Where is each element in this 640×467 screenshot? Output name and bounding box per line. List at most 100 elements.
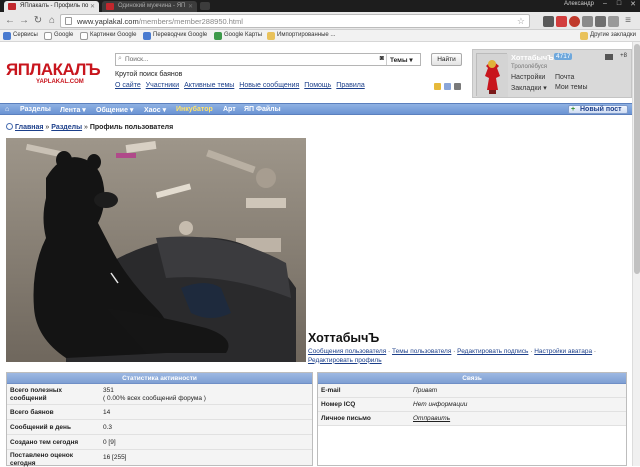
- table-row: Личное письмо Отправить: [318, 412, 626, 426]
- browser-tab-profile[interactable]: ЯПлакалъ - Профиль по ✕: [4, 1, 99, 12]
- bookmarks-bar: Сервисы Google Картинки Google Переводчи…: [0, 30, 640, 42]
- browser-tab-thread[interactable]: Одинокий мужчина - ЯП ✕: [102, 1, 197, 12]
- menu-icon[interactable]: ≡: [622, 15, 634, 27]
- link-edit-profile[interactable]: Редактировать профиль: [308, 357, 382, 364]
- scrollbar-thumb[interactable]: [634, 44, 640, 274]
- username[interactable]: ХоттабычЪ: [511, 53, 554, 62]
- link-settings[interactable]: Настройки: [511, 74, 545, 81]
- url-path: /members/member288950.html: [138, 17, 243, 26]
- nav-chaos[interactable]: Хаос ▾: [144, 106, 166, 114]
- new-tab-button[interactable]: [200, 2, 210, 10]
- tagline-link[interactable]: Крутой поиск баянов: [115, 71, 182, 78]
- bookmark-item[interactable]: Google Карты: [214, 32, 262, 40]
- breadcrumb-home[interactable]: Главная: [15, 124, 43, 131]
- close-tab-icon[interactable]: ✕: [90, 3, 95, 10]
- table-row: Сообщений в день 0.3: [7, 420, 312, 435]
- page-scrollbar[interactable]: [632, 42, 640, 466]
- link-mail[interactable]: Почта: [555, 74, 574, 81]
- stat-value: 0.3: [103, 424, 113, 431]
- user-panel: ХоттабычЪ 4717 Трололёбуся +8 Настройки …: [472, 49, 632, 98]
- extension-note-icon[interactable]: [582, 16, 593, 27]
- breadcrumb-sections[interactable]: Разделы: [51, 124, 82, 131]
- home-icon[interactable]: ⌂: [46, 15, 58, 27]
- top-links: О сайте Участники Активные темы Новые со…: [115, 82, 368, 89]
- stat-label: Всего баянов: [10, 409, 54, 416]
- google-icon: [44, 32, 52, 40]
- apps-icon: [3, 32, 11, 40]
- extension-shield-icon[interactable]: [595, 16, 606, 27]
- link-bookmarks[interactable]: Закладки ▾: [511, 84, 547, 92]
- link-about[interactable]: О сайте: [115, 82, 141, 89]
- nav-incubator[interactable]: Инкубатор: [176, 106, 213, 113]
- browser-profile-name[interactable]: Александр: [564, 1, 594, 7]
- bookmark-folder[interactable]: Другие закладки: [580, 32, 636, 40]
- breadcrumb-icon: [6, 123, 13, 130]
- panel-title: Связь: [318, 373, 626, 384]
- link-active-topics[interactable]: Активные темы: [184, 82, 234, 89]
- bookmark-item[interactable]: Переводчик Google: [143, 32, 207, 40]
- search-placeholder: Поиск...: [125, 56, 149, 63]
- contact-panel: Связь E-mail Приват Номер ICQ Нет информ…: [317, 372, 627, 466]
- link-edit-signature[interactable]: Редактировать подпись: [457, 348, 528, 355]
- search-button[interactable]: Найти: [431, 53, 462, 66]
- clip-icon[interactable]: [454, 83, 461, 90]
- browser-toolbar: ← → ↻ ⌂ www.yaplakal.com/members/member2…: [0, 12, 640, 30]
- nav-chat[interactable]: Общение ▾: [96, 106, 133, 114]
- rss-icon[interactable]: [444, 83, 451, 90]
- link-my-topics[interactable]: Мои темы: [555, 84, 588, 91]
- search-scope-select[interactable]: Темы ▾: [386, 54, 420, 65]
- site-logo[interactable]: ЯПЛАКАЛЪ YAPLAKAL.COM: [6, 60, 106, 86]
- star-icon[interactable]: [434, 83, 441, 90]
- close-window-icon[interactable]: ✕: [626, 0, 640, 10]
- yaplakal-favicon-icon: [8, 3, 16, 10]
- home-icon[interactable]: ⌂: [5, 106, 9, 113]
- extension-cloud-icon[interactable]: [608, 16, 619, 27]
- nav-feed[interactable]: Лента ▾: [60, 106, 86, 114]
- new-post-label: Новый пост: [580, 106, 622, 113]
- stat-label: Поставлено оценок сегодня: [10, 452, 73, 467]
- profile-links: Сообщения пользователя · Темы пользовате…: [308, 348, 597, 364]
- stat-label: Сообщений в день: [10, 424, 71, 431]
- maximize-icon[interactable]: □: [612, 0, 626, 10]
- nav-art[interactable]: Арт: [223, 106, 236, 113]
- messages-icon[interactable]: [605, 54, 613, 60]
- table-row: Создано тем сегодня 0 [9]: [7, 435, 312, 450]
- forward-icon[interactable]: →: [18, 15, 30, 27]
- logo-domain: YAPLAKAL.COM: [36, 79, 84, 85]
- close-tab-icon[interactable]: ✕: [188, 3, 193, 10]
- back-icon[interactable]: ←: [4, 15, 16, 27]
- extension-badge-icon[interactable]: [556, 16, 567, 27]
- profile-name: ХоттабычЪ: [308, 331, 380, 345]
- link-new-messages[interactable]: Новые сообщения: [239, 82, 299, 89]
- send-message-link[interactable]: Отправить: [413, 415, 450, 423]
- reload-icon[interactable]: ↻: [32, 15, 44, 27]
- minimize-icon[interactable]: –: [598, 0, 612, 10]
- address-bar[interactable]: www.yaplakal.com/members/member288950.ht…: [60, 14, 530, 28]
- user-title: Трололёбуся: [511, 64, 547, 70]
- link-help[interactable]: Помощь: [304, 82, 331, 89]
- camera-icon[interactable]: ◙: [380, 55, 384, 62]
- bookmark-item[interactable]: Сервисы: [3, 32, 38, 40]
- bookmark-item[interactable]: Google: [44, 32, 73, 40]
- new-post-button[interactable]: + Новый пост: [568, 105, 628, 114]
- message-count[interactable]: +8: [620, 53, 627, 59]
- link-user-topics[interactable]: Темы пользователя: [392, 348, 451, 355]
- nav-files[interactable]: ЯП Файлы: [244, 106, 281, 113]
- extension-adblock-icon[interactable]: [569, 16, 580, 27]
- link-rules[interactable]: Правила: [336, 82, 364, 89]
- bookmark-item[interactable]: Картинки Google: [80, 32, 136, 40]
- stat-value: 351: [103, 387, 114, 394]
- bookmark-folder[interactable]: Импортированные ...: [267, 32, 335, 40]
- bookmark-star-icon[interactable]: ☆: [517, 16, 525, 27]
- translate-icon: [143, 32, 151, 40]
- nav-sections[interactable]: Разделы: [20, 106, 51, 113]
- link-members[interactable]: Участники: [146, 82, 179, 89]
- google-icon: [80, 32, 88, 40]
- maps-icon: [214, 32, 222, 40]
- search-input[interactable]: ⌕ Поиск... ◙ Темы ▾: [115, 53, 421, 66]
- link-avatar-settings[interactable]: Настройки аватара: [534, 348, 592, 355]
- profile-photo: [6, 138, 306, 362]
- avatar[interactable]: [476, 53, 508, 97]
- link-user-posts[interactable]: Сообщения пользователя: [308, 348, 386, 355]
- extension-pen-icon[interactable]: [543, 16, 554, 27]
